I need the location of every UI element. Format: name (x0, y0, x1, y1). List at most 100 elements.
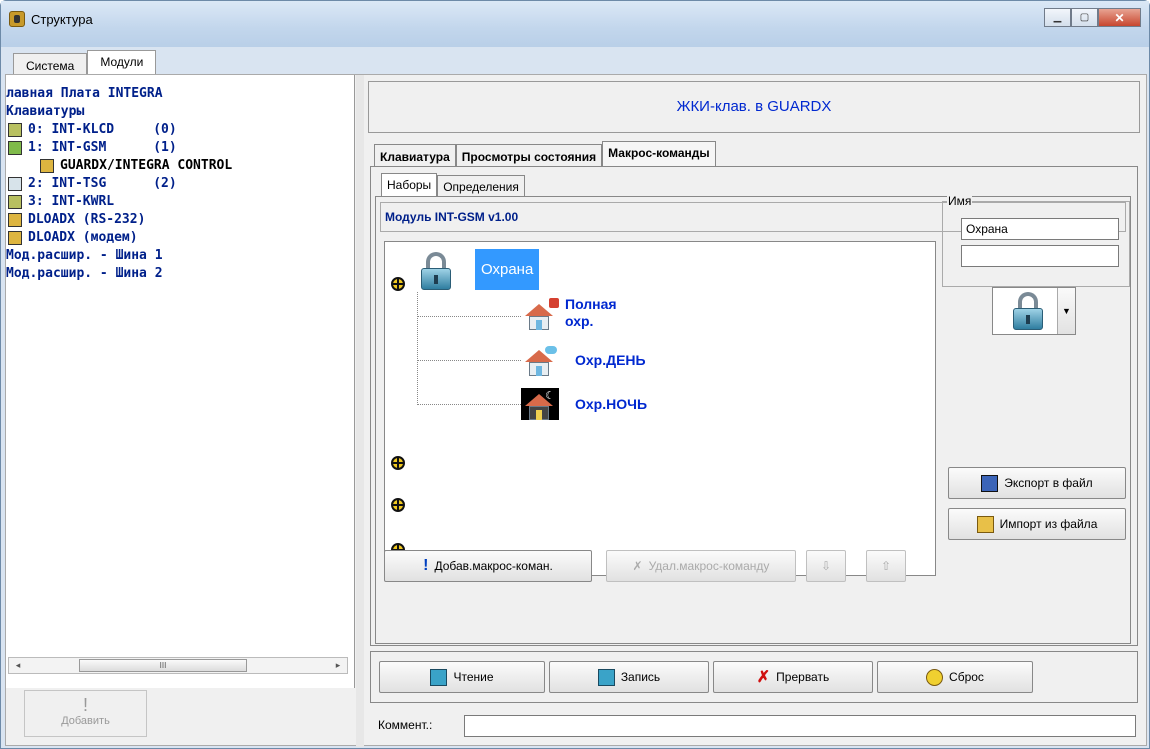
tab-keypad[interactable]: Клавиатура (374, 144, 456, 167)
tree-item-label: 2: INT-TSG (2) (28, 176, 177, 191)
abort-x-icon: ✗ (756, 669, 771, 686)
macro-item-night-arm[interactable]: Охр.НОЧЬ (575, 396, 647, 413)
tab-system[interactable]: Система (13, 53, 88, 75)
tree-item-label: DLOADX (RS-232) (28, 212, 146, 227)
maximize-button[interactable]: ▢ (1071, 8, 1098, 27)
tree-item-label: 0: INT-KLCD (0) (28, 122, 177, 137)
group-bullet-icon[interactable] (391, 498, 405, 512)
exclamation-icon: ! (82, 695, 88, 715)
close-button[interactable]: ✕ (1098, 8, 1141, 27)
tree-item-expander-bus2[interactable]: Мод.расшир. - Шина 2 (6, 265, 232, 283)
lock-icon (1011, 292, 1047, 332)
reset-icon (926, 668, 944, 686)
tree-item-expander-bus1[interactable]: Мод.расшир. - Шина 1 (6, 247, 232, 265)
module-header: ЖКИ-клав. в GUARDX (368, 81, 1140, 133)
read-label: Чтение (453, 670, 494, 684)
export-label: Экспорт в файл (1004, 476, 1093, 490)
write-label: Запись (620, 670, 661, 684)
name-field[interactable]: Охрана (961, 218, 1119, 240)
tab-definitions[interactable]: Определения (437, 175, 525, 196)
name-field-2[interactable] (961, 245, 1119, 267)
tab-status-views[interactable]: Просмотры состояния (455, 144, 603, 167)
add-macro-button[interactable]: ! Добав.макрос-коман. (384, 550, 592, 582)
computer-icon (8, 213, 22, 227)
import-label: Импорт из файла (999, 517, 1098, 531)
house-armed-icon (521, 298, 559, 330)
abort-button[interactable]: ✗ Прервать (713, 661, 873, 693)
tree-item-label: GUARDX/INTEGRA CONTROL (60, 158, 233, 173)
tab-macro-commands[interactable]: Макрос-команды (602, 141, 716, 167)
tree-item-label: Мод.расшир. - Шина 2 (6, 266, 163, 281)
content-area: лавная Плата INTEGRA Клавиатуры 0: INT-K… (5, 74, 1147, 747)
comment-label: Коммент.: (378, 718, 433, 732)
abort-label: Прервать (776, 670, 830, 684)
add-button[interactable]: ! Добавить (24, 690, 147, 737)
tree-item-keypads[interactable]: Клавиатуры (6, 103, 232, 121)
lock-icon (419, 252, 455, 292)
move-down-button[interactable]: ⇩ (806, 550, 846, 582)
tree-item-int-kwrl[interactable]: 3: INT-KWRL (6, 193, 232, 211)
computer-icon (40, 159, 54, 173)
app-icon (9, 11, 25, 27)
add-button-label: Добавить (61, 715, 110, 727)
import-button[interactable]: Импорт из файла (948, 508, 1126, 540)
structure-tree: лавная Плата INTEGRA Клавиатуры 0: INT-K… (6, 85, 232, 283)
delete-macro-button[interactable]: ✗ Удал.макрос-команду (606, 550, 796, 582)
macro-tab-body: Наборы Определения Модуль INT-GSM v1.00 … (370, 166, 1138, 646)
right-tabs: Клавиатура Просмотры состояния Макрос-ко… (374, 141, 716, 167)
sets-panel: Модуль INT-GSM v1.00 Охрана Полная охр. О… (375, 194, 1131, 644)
tree-item-label: DLOADX (модем) (28, 230, 138, 245)
tab-modules[interactable]: Модули (87, 50, 157, 75)
scroll-left-icon[interactable]: ◂ (11, 658, 25, 673)
window-title: Структура (31, 12, 93, 27)
tree-item-label: лавная Плата INTEGRA (6, 86, 163, 101)
write-button[interactable]: Запись (549, 661, 709, 693)
scroll-thumb[interactable]: III (79, 659, 247, 672)
macro-item-full-arm[interactable]: Полная охр. (565, 296, 617, 330)
top-tabs: Система Модули (13, 50, 157, 75)
tree-item-label: Мод.расшир. - Шина 1 (6, 248, 163, 263)
tree-item-guardx[interactable]: GUARDX/INTEGRA CONTROL (6, 157, 232, 175)
tree-item-label: 3: INT-KWRL (28, 194, 115, 209)
reset-button[interactable]: Сброс (877, 661, 1033, 693)
house-day-icon (521, 344, 559, 376)
macro-group-selected[interactable]: Охрана (475, 249, 540, 290)
name-group: Имя Охрана (942, 194, 1130, 287)
comment-field[interactable] (464, 715, 1136, 737)
group-bullet-icon[interactable] (391, 277, 405, 291)
chevron-down-icon[interactable]: ▼ (1057, 288, 1075, 334)
tree-item-dloadx-rs232[interactable]: DLOADX (RS-232) (6, 211, 232, 229)
tree-item-dloadx-modem[interactable]: DLOADX (модем) (6, 229, 232, 247)
touchscreen-icon (8, 177, 22, 191)
tree-item-int-gsm[interactable]: 1: INT-GSM (1) (6, 139, 232, 157)
tree-item-int-klcd[interactable]: 0: INT-KLCD (0) (6, 121, 232, 139)
add-macro-label: Добав.макрос-коман. (434, 559, 553, 573)
keypad-icon (8, 195, 22, 209)
move-up-button[interactable]: ⇧ (866, 550, 906, 582)
tree-item-label: Клавиатуры (6, 104, 85, 119)
write-icon (597, 668, 615, 686)
splitter[interactable] (356, 75, 364, 747)
keypad-icon (8, 123, 22, 137)
structure-tree-panel: лавная Плата INTEGRA Клавиатуры 0: INT-K… (6, 75, 355, 688)
macro-item-label-2: охр. (565, 313, 594, 329)
action-bar: Чтение Запись ✗ Прервать Сброс (370, 651, 1138, 703)
macro-item-label: Полная (565, 296, 617, 312)
tab-sets[interactable]: Наборы (381, 173, 438, 196)
delete-macro-label: Удал.макрос-команду (648, 559, 770, 573)
group-bullet-icon[interactable] (391, 456, 405, 470)
main-window: Структура ▁ ▢ ✕ Система Модули лавная Пл… (0, 0, 1150, 749)
module-settings-panel: ЖКИ-клав. в GUARDX Клавиатура Просмотры … (364, 77, 1146, 745)
horizontal-scrollbar[interactable]: ◂ III ▸ (8, 657, 348, 674)
tree-item-mainboard[interactable]: лавная Плата INTEGRA (6, 85, 232, 103)
macro-item-day-arm[interactable]: Охр.ДЕНЬ (575, 352, 646, 369)
macro-list[interactable]: Охрана Полная охр. Охр.ДЕНЬ ☾ Охр.НОЧЬ (384, 241, 936, 576)
export-button[interactable]: Экспорт в файл (948, 467, 1126, 499)
minimize-button[interactable]: ▁ (1044, 8, 1071, 27)
computer-icon (8, 231, 22, 245)
floppy-icon (981, 474, 999, 492)
scroll-right-icon[interactable]: ▸ (331, 658, 345, 673)
icon-select[interactable]: ▼ (992, 287, 1076, 335)
read-button[interactable]: Чтение (379, 661, 545, 693)
tree-item-int-tsg[interactable]: 2: INT-TSG (2) (6, 175, 232, 193)
